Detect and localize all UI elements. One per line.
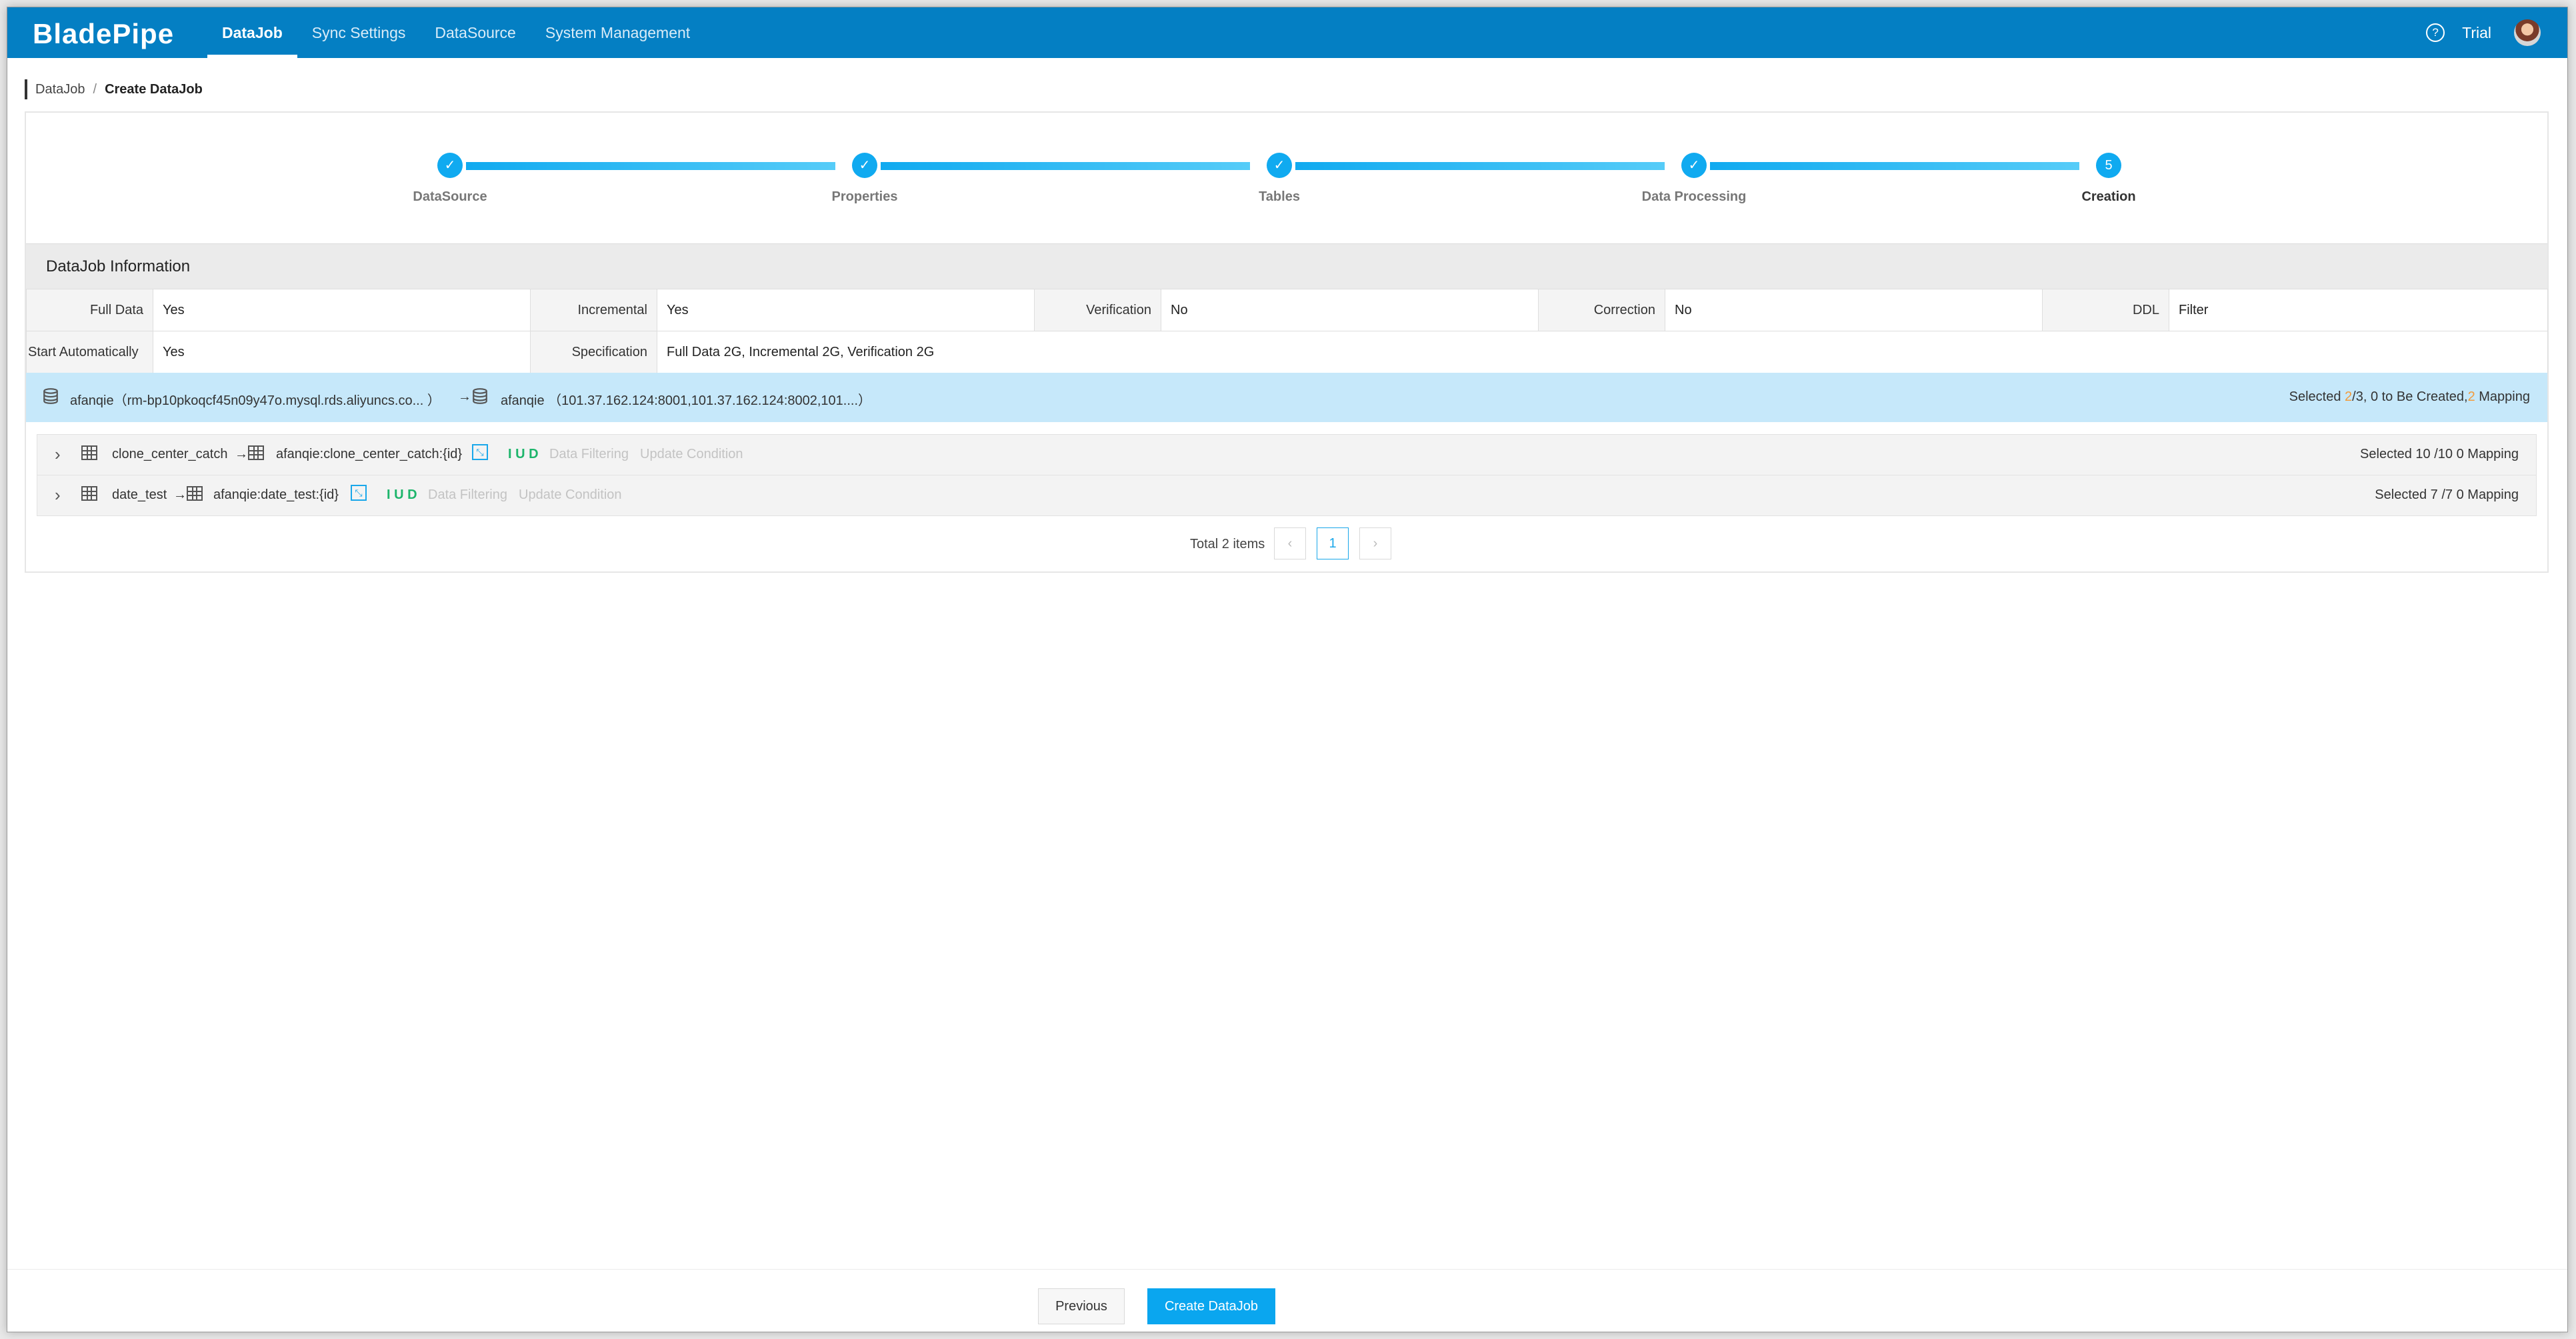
breadcrumb-separator: / (93, 82, 97, 97)
mapping-arrow: → (235, 447, 248, 461)
info-key-specification: Specification (530, 331, 657, 373)
info-value-verification: No (1161, 289, 1539, 331)
pagination-prev-button[interactable]: ‹ (1274, 527, 1306, 559)
app-window: BladePipe DataJob Sync Settings DataSour… (7, 7, 2568, 1332)
help-icon[interactable]: ? (2426, 23, 2445, 42)
info-value-full-data: Yes (153, 289, 531, 331)
table-icon (248, 445, 264, 460)
table-row: › date_test → afanqie:date_test:{id} ⤡ I… (37, 475, 2536, 515)
step-5-number: 5 (2096, 153, 2121, 178)
table-mapping-list: › clone_center_catch → afanqie:clone_cen… (37, 434, 2537, 516)
table-row-summary: Selected 7 /7 0 Mapping (2375, 487, 2519, 502)
step-connector (466, 162, 835, 170)
breadcrumb-current: Create DataJob (105, 82, 203, 97)
datajob-info-table: Full Data Yes Incremental Yes Verificati… (26, 289, 2548, 373)
dml-ops-badge[interactable]: I U D (508, 447, 539, 462)
step-2-check-icon: ✓ (852, 153, 877, 178)
primary-key-icon[interactable]: ⤡ (351, 485, 367, 501)
table-icon (81, 445, 97, 460)
pagination: Total 2 items ‹ 1 › (26, 527, 2547, 561)
info-key-start-automatically: Start Automatically (26, 331, 153, 373)
create-datajob-button[interactable]: Create DataJob (1147, 1288, 1275, 1324)
summary-prefix: Selected (2289, 389, 2345, 404)
main-nav: DataJob Sync Settings DataSource System … (207, 7, 705, 58)
data-filtering-link[interactable]: Data Filtering (549, 447, 629, 462)
expand-chevron-icon[interactable]: › (55, 485, 61, 505)
nav-item-system-management[interactable]: System Management (531, 7, 705, 58)
info-value-start-automatically: Yes (153, 331, 531, 373)
database-icon (473, 388, 487, 404)
info-key-incremental: Incremental (530, 289, 657, 331)
step-progress: ✓ ✓ ✓ ✓ 5 DataSource Properties Tables D… (26, 113, 2547, 243)
update-condition-link[interactable]: Update Condition (519, 487, 622, 503)
data-filtering-link[interactable]: Data Filtering (428, 487, 507, 503)
user-name[interactable]: Trial (2462, 24, 2491, 42)
step-label-datasource: DataSource (413, 189, 487, 204)
target-table-name: afanqie:date_test:{id} (213, 487, 339, 502)
datajob-info-header: DataJob Information (26, 243, 2547, 289)
breadcrumb-datajob-link[interactable]: DataJob (35, 79, 85, 99)
footer-actions: Previous Create DataJob (7, 1269, 2567, 1332)
target-db-label: afanqie （101.37.162.124:8001,101.37.162.… (501, 393, 872, 408)
step-label-tables: Tables (1259, 189, 1300, 204)
info-value-specification: Full Data 2G, Incremental 2G, Verificati… (657, 331, 2548, 373)
step-label-data-processing: Data Processing (1641, 189, 1747, 204)
app-logo[interactable]: BladePipe (33, 18, 174, 50)
nav-item-sync-settings[interactable]: Sync Settings (297, 7, 421, 58)
top-right-tools: ? Trial (2426, 7, 2541, 58)
pagination-page-1[interactable]: 1 (1317, 527, 1349, 559)
summary-mid: /3, 0 to Be Created, (2352, 389, 2468, 404)
previous-button[interactable]: Previous (1038, 1288, 1125, 1324)
info-key-verification: Verification (1034, 289, 1161, 331)
step-3-check-icon: ✓ (1267, 153, 1292, 178)
mapping-summary: Selected 2/3, 0 to Be Created,2 Mapping (2289, 389, 2530, 405)
info-key-correction: Correction (1538, 289, 1665, 331)
pagination-next-button[interactable]: › (1359, 527, 1391, 559)
step-1-check-icon: ✓ (437, 153, 463, 178)
target-table-name: afanqie:clone_center_catch:{id} (276, 447, 463, 461)
datajob-info-title: DataJob Information (46, 257, 191, 275)
create-datajob-panel: ✓ ✓ ✓ ✓ 5 DataSource Properties Tables D… (25, 111, 2549, 573)
step-4-check-icon: ✓ (1681, 153, 1707, 178)
source-table-name: date_test (112, 487, 167, 502)
breadcrumb: DataJob / Create DataJob (25, 79, 203, 99)
table-row-summary: Selected 10 /10 0 Mapping (2360, 447, 2519, 461)
update-condition-link[interactable]: Update Condition (640, 447, 743, 462)
table-icon (81, 486, 97, 501)
mapping-count: 2 (2467, 389, 2475, 404)
info-value-ddl: Filter (2169, 289, 2548, 331)
nav-item-datajob[interactable]: DataJob (207, 7, 297, 58)
source-table-name: clone_center_catch (112, 447, 228, 461)
info-key-full-data: Full Data (26, 289, 153, 331)
step-connector (1710, 162, 2079, 170)
info-key-ddl: DDL (2042, 289, 2169, 331)
step-label-properties: Properties (831, 189, 898, 204)
table-icon (187, 486, 203, 501)
info-row: Full Data Yes Incremental Yes Verificati… (26, 289, 2548, 331)
info-value-incremental: Yes (657, 289, 1035, 331)
info-value-correction: No (1665, 289, 2043, 331)
dml-ops-badge[interactable]: I U D (387, 487, 417, 503)
pagination-total: Total 2 items (1190, 537, 1265, 551)
summary-suffix: Mapping (2475, 389, 2530, 404)
info-row: Start Automatically Yes Specification Fu… (26, 331, 2548, 373)
mapping-arrow: → (173, 487, 187, 502)
nav-item-datasource[interactable]: DataSource (420, 7, 530, 58)
table-row: › clone_center_catch → afanqie:clone_cen… (37, 435, 2536, 475)
step-label-creation: Creation (2081, 189, 2136, 204)
db-mapping-bar[interactable]: afanqie（rm-bp10pkoqcf45n09y47o.mysql.rds… (26, 373, 2547, 422)
mapping-arrow: → (458, 389, 471, 404)
selected-count: 2 (2345, 389, 2353, 404)
database-icon (43, 388, 58, 404)
top-nav-bar: BladePipe DataJob Sync Settings DataSour… (7, 7, 2567, 58)
step-connector (1295, 162, 1665, 170)
expand-chevron-icon[interactable]: › (55, 444, 61, 465)
primary-key-icon[interactable]: ⤡ (472, 444, 488, 460)
source-db-label: afanqie（rm-bp10pkoqcf45n09y47o.mysql.rds… (70, 393, 441, 408)
avatar[interactable] (2514, 19, 2541, 46)
step-connector (881, 162, 1250, 170)
